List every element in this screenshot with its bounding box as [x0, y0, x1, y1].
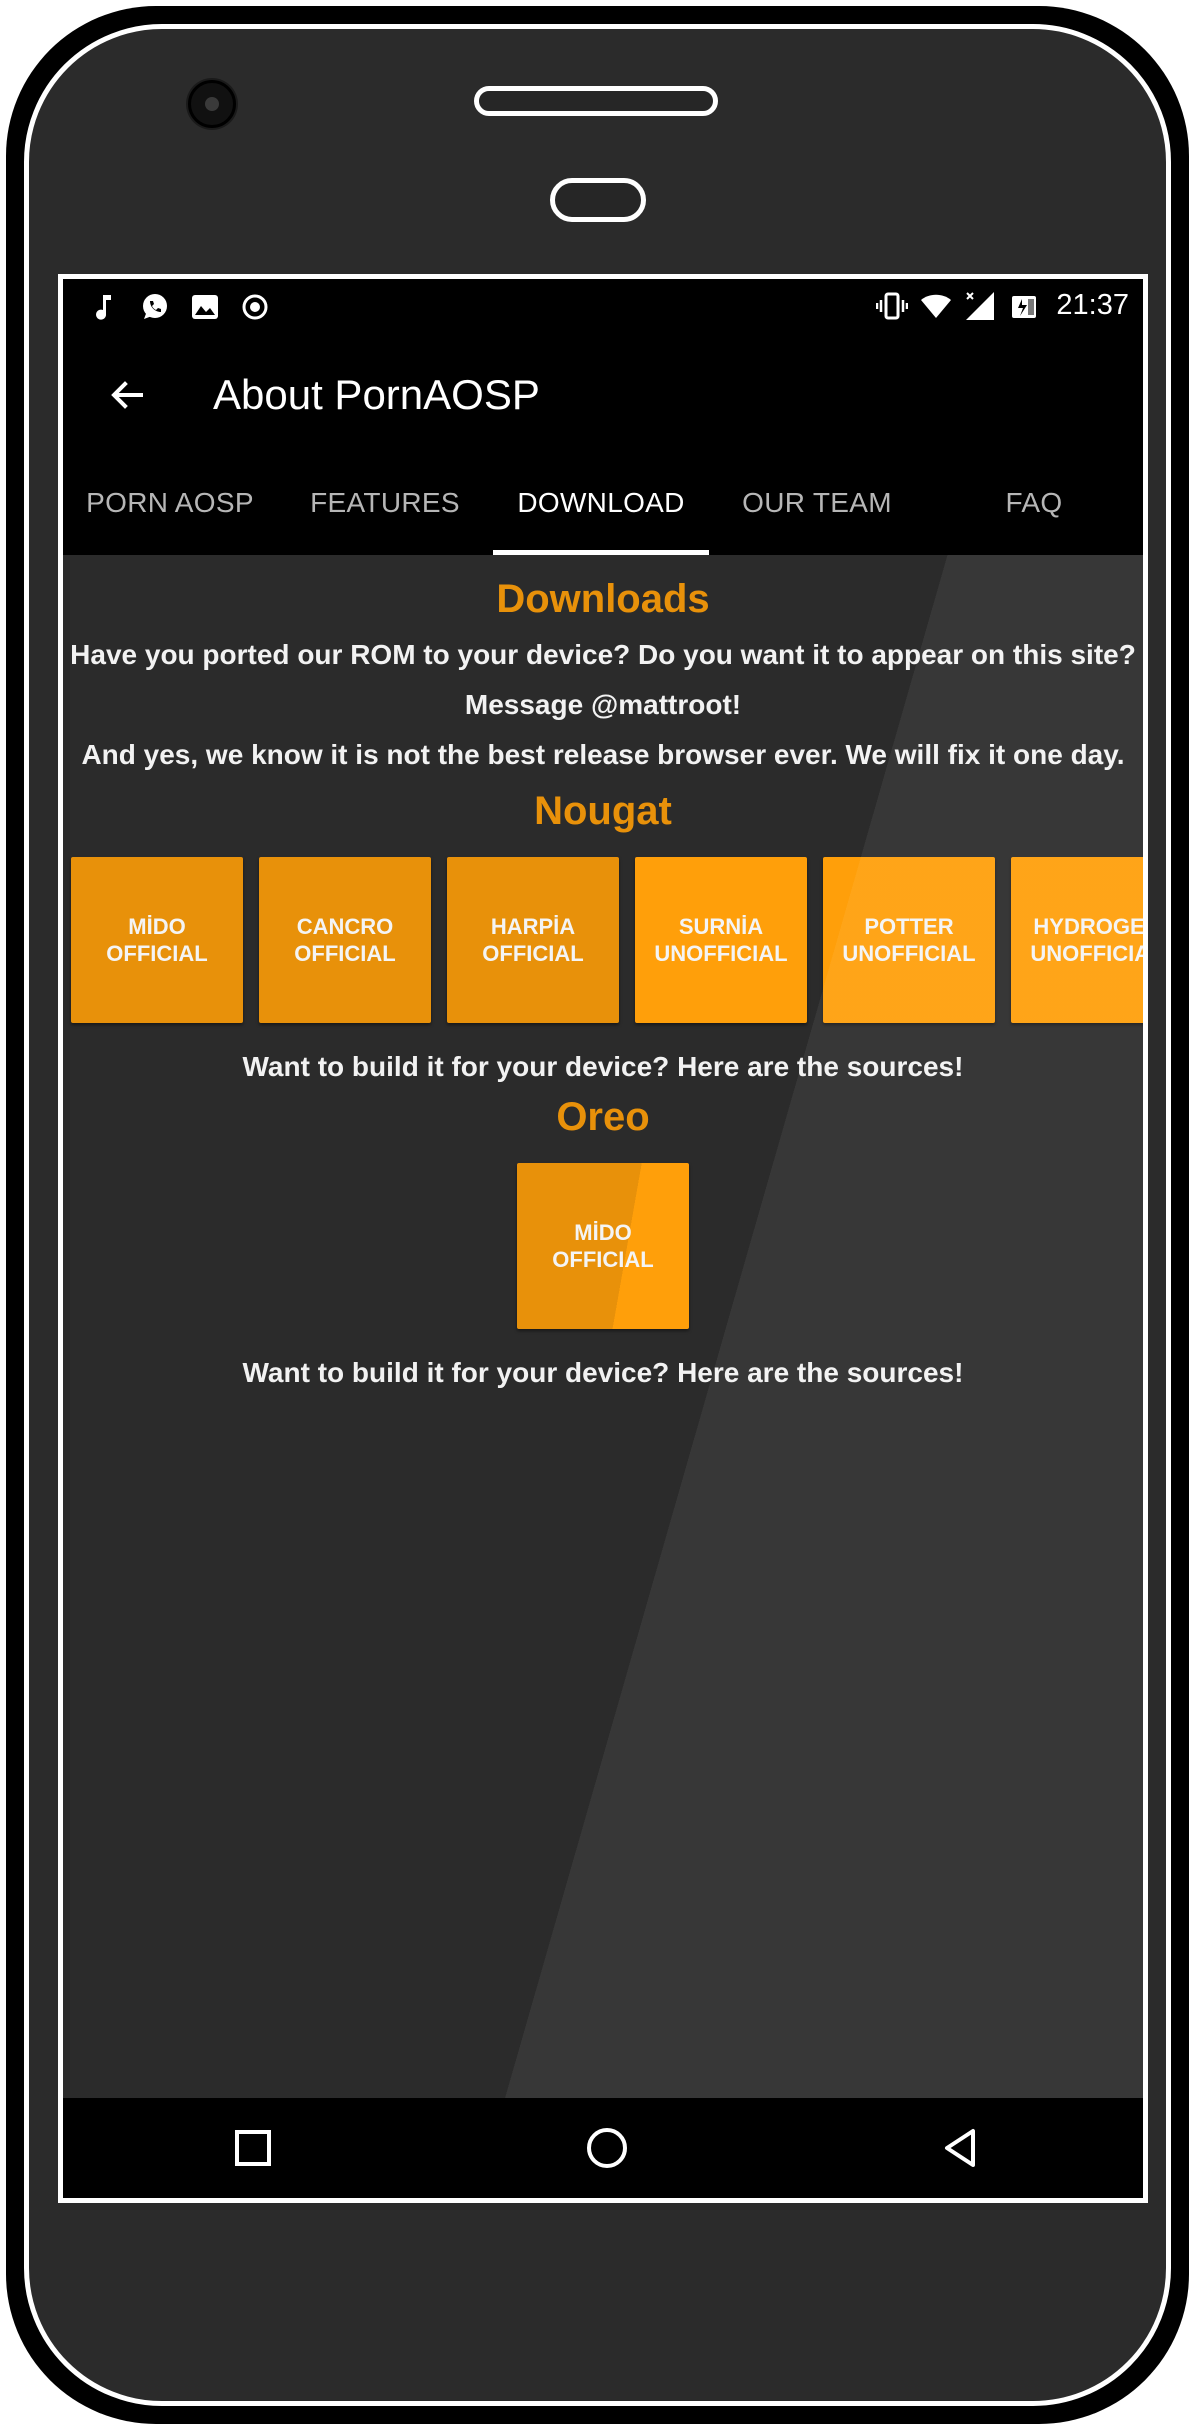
device-tile-harpia[interactable]: HARPİA OFFICIAL: [447, 857, 619, 1023]
tile-label: HARPİA OFFICIAL: [482, 914, 584, 966]
status-bar: 21:37: [63, 279, 1143, 339]
home-button[interactable]: [579, 2120, 635, 2176]
tab-label: FAQ: [1005, 487, 1063, 518]
nougat-sources-link[interactable]: Want to build it for your device? Here a…: [63, 1051, 1143, 1083]
recents-square-icon: [235, 2130, 271, 2166]
downloads-text-line2: Message @mattroot!: [464, 689, 742, 720]
tab-label: OUR TEAM: [742, 487, 892, 518]
arrow-left-icon: [111, 381, 143, 409]
proximity-sensor: [550, 178, 646, 222]
tile-label: SURNİA UNOFFICIAL: [654, 914, 788, 966]
oreo-heading: Oreo: [556, 1095, 650, 1139]
clock: 21:37: [1056, 289, 1129, 321]
nougat-heading: Nougat: [534, 789, 672, 833]
page-title: About PornAOSP: [213, 371, 540, 418]
downloads-text-line1: Have you ported our ROM to your device? …: [70, 639, 1136, 670]
device-tile-hydrogen[interactable]: HYDROGEN UNOFFICIAL: [1011, 857, 1143, 1023]
tab-bar: PORN AOSP FEATURES DOWNLOAD OUR TEAM FAQ: [63, 451, 1143, 555]
app-bar: About PornAOSP: [63, 339, 1143, 451]
wifi-icon: [921, 294, 952, 318]
signal-icon: [966, 291, 995, 320]
device-tile-cancro[interactable]: CANCRO OFFICIAL: [259, 857, 431, 1023]
screen: 21:37 About PornAOSP PORN AOSP FEATURES …: [58, 274, 1148, 2203]
device-tile-mido-oreo[interactable]: MİDO OFFICIAL: [517, 1163, 689, 1329]
device-tile-potter[interactable]: POTTER UNOFFICIAL: [823, 857, 995, 1023]
tab-label: FEATURES: [310, 487, 460, 518]
oreo-device-list: MİDO OFFICIAL: [517, 1163, 689, 1329]
record-icon: [242, 294, 268, 320]
music-note-icon: [96, 295, 111, 320]
whatsapp-icon: [143, 294, 167, 319]
tab-faq[interactable]: FAQ: [925, 451, 1143, 555]
tab-download[interactable]: DOWNLOAD: [493, 451, 709, 555]
tile-label: MİDO OFFICIAL: [552, 1220, 654, 1272]
oreo-sources-link[interactable]: Want to build it for your device? Here a…: [63, 1357, 1143, 1389]
downloads-text-line3: And yes, we know it is not the best rele…: [81, 739, 1125, 770]
download-content: Downloads Have you ported our ROM to you…: [63, 555, 1143, 2107]
earpiece-speaker: [474, 86, 718, 116]
navigation-bar: [63, 2098, 1143, 2198]
recents-button[interactable]: [225, 2120, 281, 2176]
tile-label: CANCRO OFFICIAL: [294, 914, 396, 966]
back-nav-button[interactable]: [933, 2120, 989, 2176]
nougat-device-list: MİDO OFFICIAL CANCRO OFFICIAL HARPİA OFF…: [71, 857, 1143, 1023]
tab-porn-aosp[interactable]: PORN AOSP: [63, 451, 277, 555]
back-button[interactable]: [99, 367, 155, 423]
device-tile-surnia[interactable]: SURNİA UNOFFICIAL: [635, 857, 807, 1023]
tab-label: PORN AOSP: [86, 487, 254, 518]
notification-icons: [89, 291, 271, 323]
home-circle-icon: [587, 2128, 627, 2168]
battery-icon: [1012, 295, 1037, 318]
back-triangle-icon: [945, 2129, 975, 2167]
tab-our-team[interactable]: OUR TEAM: [709, 451, 925, 555]
system-status-icons: 21:37: [876, 289, 1129, 322]
tab-features[interactable]: FEATURES: [277, 451, 493, 555]
image-icon: [192, 295, 218, 319]
tile-label: HYDROGEN UNOFFICIAL: [1030, 914, 1143, 966]
device-tile-mido[interactable]: MİDO OFFICIAL: [71, 857, 243, 1023]
tile-label: POTTER UNOFFICIAL: [842, 914, 976, 966]
screen-glare: [63, 555, 1143, 2107]
front-camera: [188, 80, 236, 128]
tile-label: MİDO OFFICIAL: [106, 914, 208, 966]
vibrate-icon: [876, 292, 909, 319]
downloads-heading: Downloads: [496, 577, 710, 621]
tab-label: DOWNLOAD: [517, 487, 685, 518]
